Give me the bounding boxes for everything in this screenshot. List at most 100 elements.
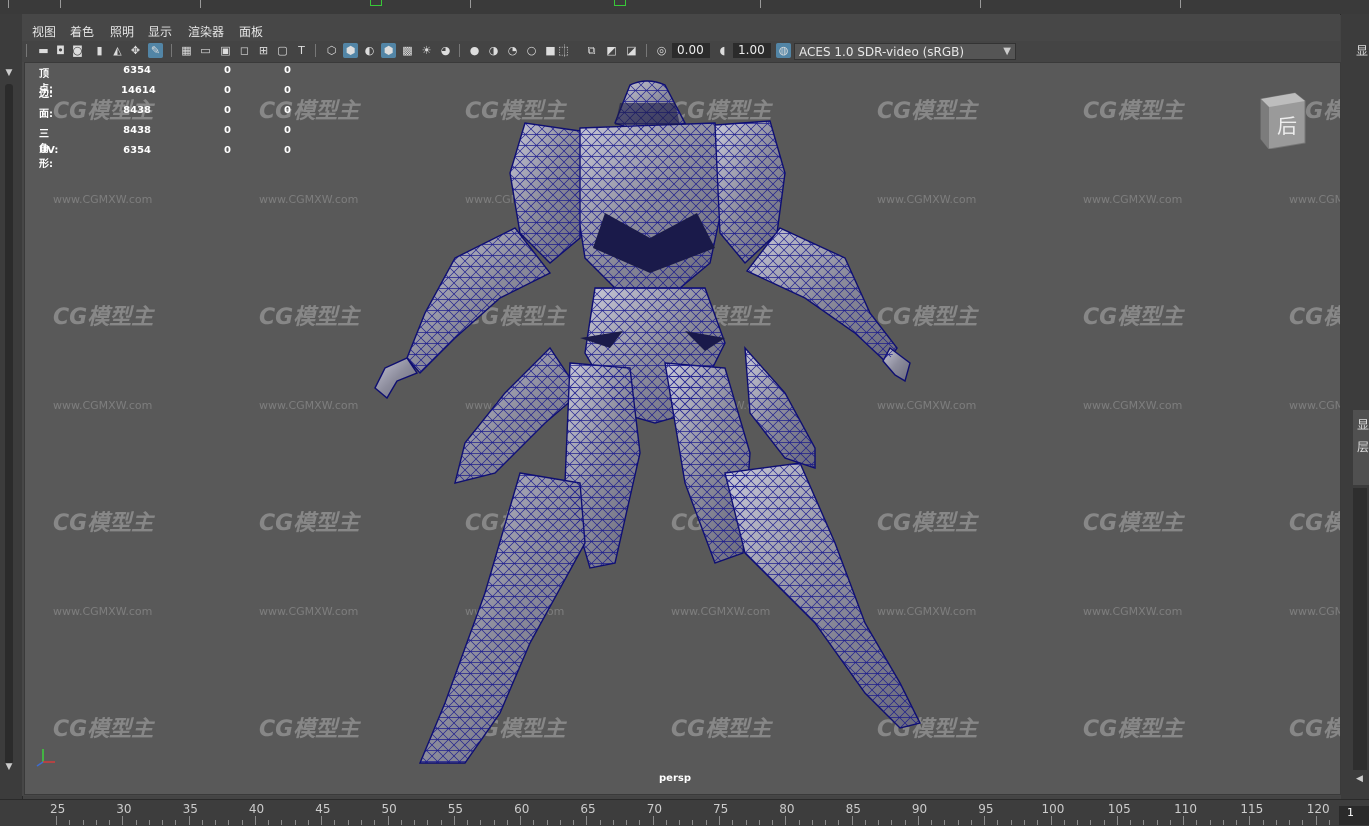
panel-toolbar: ▬ ◘ ◙ ▮ ◭ ✥ ✎ ▦ ▭ ▣ ◻ ⊞ ▢ T ⬡ ⬢ ◐ ⬢ ▩ ☀ …	[22, 41, 1340, 62]
dropdown-arrow-icon: ▼	[1003, 44, 1011, 60]
channel-box-tab[interactable]: 显 层	[1353, 410, 1369, 485]
stats-value: 0	[201, 145, 231, 156]
timeline-tick	[1051, 816, 1052, 825]
wireframe-on-shaded-icon[interactable]: ⬢	[381, 43, 396, 58]
timeline-tick	[679, 820, 680, 825]
camera-name-label: persp	[659, 773, 691, 784]
toolbar-separator	[459, 44, 460, 57]
timeline-tick	[149, 820, 150, 825]
textured-icon[interactable]: ▩	[400, 43, 415, 58]
timeline-tick	[494, 820, 495, 825]
timeline-tick	[215, 820, 216, 825]
timeline-tick	[295, 820, 296, 825]
timeline-number: 30	[116, 802, 131, 816]
timeline-tick	[228, 820, 229, 825]
timeline-tick	[1329, 820, 1330, 825]
expand-arrow-icon[interactable]: ▼	[2, 762, 16, 772]
timeline-tick	[891, 820, 892, 825]
left-scrollbar[interactable]	[5, 84, 13, 764]
xray-icon[interactable]: ⬚	[556, 43, 571, 58]
timeline-number: 70	[647, 802, 662, 816]
menu-shading[interactable]: 着色	[70, 23, 94, 40]
color-management-icon[interactable]: ◍	[776, 43, 791, 58]
time-slider[interactable]: 2530354045505560657075808590951001051101…	[0, 799, 1369, 826]
view-cube[interactable]: 后	[1257, 91, 1307, 149]
menu-lighting[interactable]: 照明	[110, 23, 134, 40]
timeline-tick	[1117, 816, 1118, 825]
3d-viewport[interactable]: CG模型主CG模型主CG模型主CG模型主CG模型主CG模型主CG模型主CG模型主…	[24, 62, 1341, 795]
field-chart-icon[interactable]: ⊞	[256, 43, 271, 58]
screen-space-ao-icon[interactable]: ●	[467, 43, 482, 58]
layer-tab-char: 层	[1357, 438, 1369, 455]
timeline-tick	[162, 820, 163, 825]
tick	[200, 0, 201, 8]
wireframe-icon[interactable]: ⬡	[324, 43, 339, 58]
grid-icon[interactable]: ▦	[179, 43, 194, 58]
timeline-tick	[1011, 820, 1012, 825]
image-plane-icon[interactable]: ◭	[110, 43, 125, 58]
multisample-aa-icon[interactable]: ◔	[505, 43, 520, 58]
depth-of-field-icon[interactable]: ○	[524, 43, 539, 58]
menu-show[interactable]: 显示	[148, 23, 172, 40]
motion-blur-icon[interactable]: ◑	[486, 43, 501, 58]
timeline-tick	[931, 820, 932, 825]
timeline-tick	[732, 820, 733, 825]
timeline-tick	[1276, 820, 1277, 825]
xray-joints-icon[interactable]: ⧉	[584, 43, 599, 58]
exposure-icon[interactable]: ◎	[654, 43, 669, 58]
timeline-number: 115	[1240, 802, 1263, 816]
exposure-field[interactable]: 0.00	[672, 43, 710, 58]
timeline-number: 90	[912, 802, 927, 816]
default-material-icon[interactable]: ◐	[362, 43, 377, 58]
timeline-number: 45	[315, 802, 330, 816]
timeline-tick	[281, 820, 282, 825]
timeline-tick	[1157, 820, 1158, 825]
safe-title-icon[interactable]: T	[294, 43, 309, 58]
timeline-tick	[1223, 820, 1224, 825]
gamma-icon[interactable]: ◖	[715, 43, 730, 58]
timeline-tick	[719, 816, 720, 825]
current-frame-field[interactable]: 1	[1339, 806, 1369, 825]
tick	[470, 0, 471, 8]
menu-renderer[interactable]: 渲染器	[188, 23, 224, 40]
right-scrollbar[interactable]	[1353, 488, 1367, 770]
timeline-number: 75	[713, 802, 728, 816]
timeline-tick	[653, 816, 654, 825]
timeline-tick	[706, 820, 707, 825]
safe-action-icon[interactable]: ▢	[275, 43, 290, 58]
timeline-number: 60	[514, 802, 529, 816]
timeline-tick	[785, 816, 786, 825]
menu-panels[interactable]: 面板	[239, 23, 263, 40]
stats-value: 0	[261, 145, 291, 156]
two-d-pan-icon[interactable]: ✥	[128, 43, 143, 58]
tick	[980, 0, 981, 8]
gamma-field[interactable]: 1.00	[733, 43, 771, 58]
timeline-tick	[613, 820, 614, 825]
backface-culling-icon[interactable]: ◪	[624, 43, 639, 58]
scroll-left-arrow-icon[interactable]: ◀	[1356, 774, 1363, 784]
bookmark-camera-icon[interactable]: ◙	[70, 43, 85, 58]
select-camera-icon[interactable]: ▬	[36, 43, 51, 58]
view-cube-face-label: 后	[1277, 114, 1297, 138]
xray-components-icon[interactable]: ◩	[604, 43, 619, 58]
gate-mask-icon[interactable]: ◻	[237, 43, 252, 58]
resolution-gate-icon[interactable]: ▣	[218, 43, 233, 58]
smooth-shade-icon[interactable]: ⬢	[343, 43, 358, 58]
shadows-icon[interactable]: ◕	[438, 43, 453, 58]
timeline-tick	[374, 820, 375, 825]
stats-label: 边:	[39, 85, 53, 100]
menu-view[interactable]: 视图	[32, 23, 56, 40]
stats-value: 0	[201, 85, 231, 96]
timeline-tick	[69, 820, 70, 825]
mech-model-wireframe[interactable]	[25, 63, 1340, 794]
view-transform-dropdown[interactable]: ACES 1.0 SDR-video (sRGB) ▼	[794, 43, 1016, 60]
collapse-arrow-icon[interactable]: ▼	[2, 68, 16, 78]
grease-pencil-icon[interactable]: ✎	[148, 43, 163, 58]
timeline-tick	[361, 820, 362, 825]
top-time-strip[interactable]	[0, 0, 1369, 15]
camera-attributes-icon[interactable]: ◘	[53, 43, 68, 58]
bookmark-icon[interactable]: ▮	[92, 43, 107, 58]
film-gate-icon[interactable]: ▭	[198, 43, 213, 58]
use-all-lights-icon[interactable]: ☀	[419, 43, 434, 58]
right-dock-char: 显	[1356, 42, 1368, 59]
